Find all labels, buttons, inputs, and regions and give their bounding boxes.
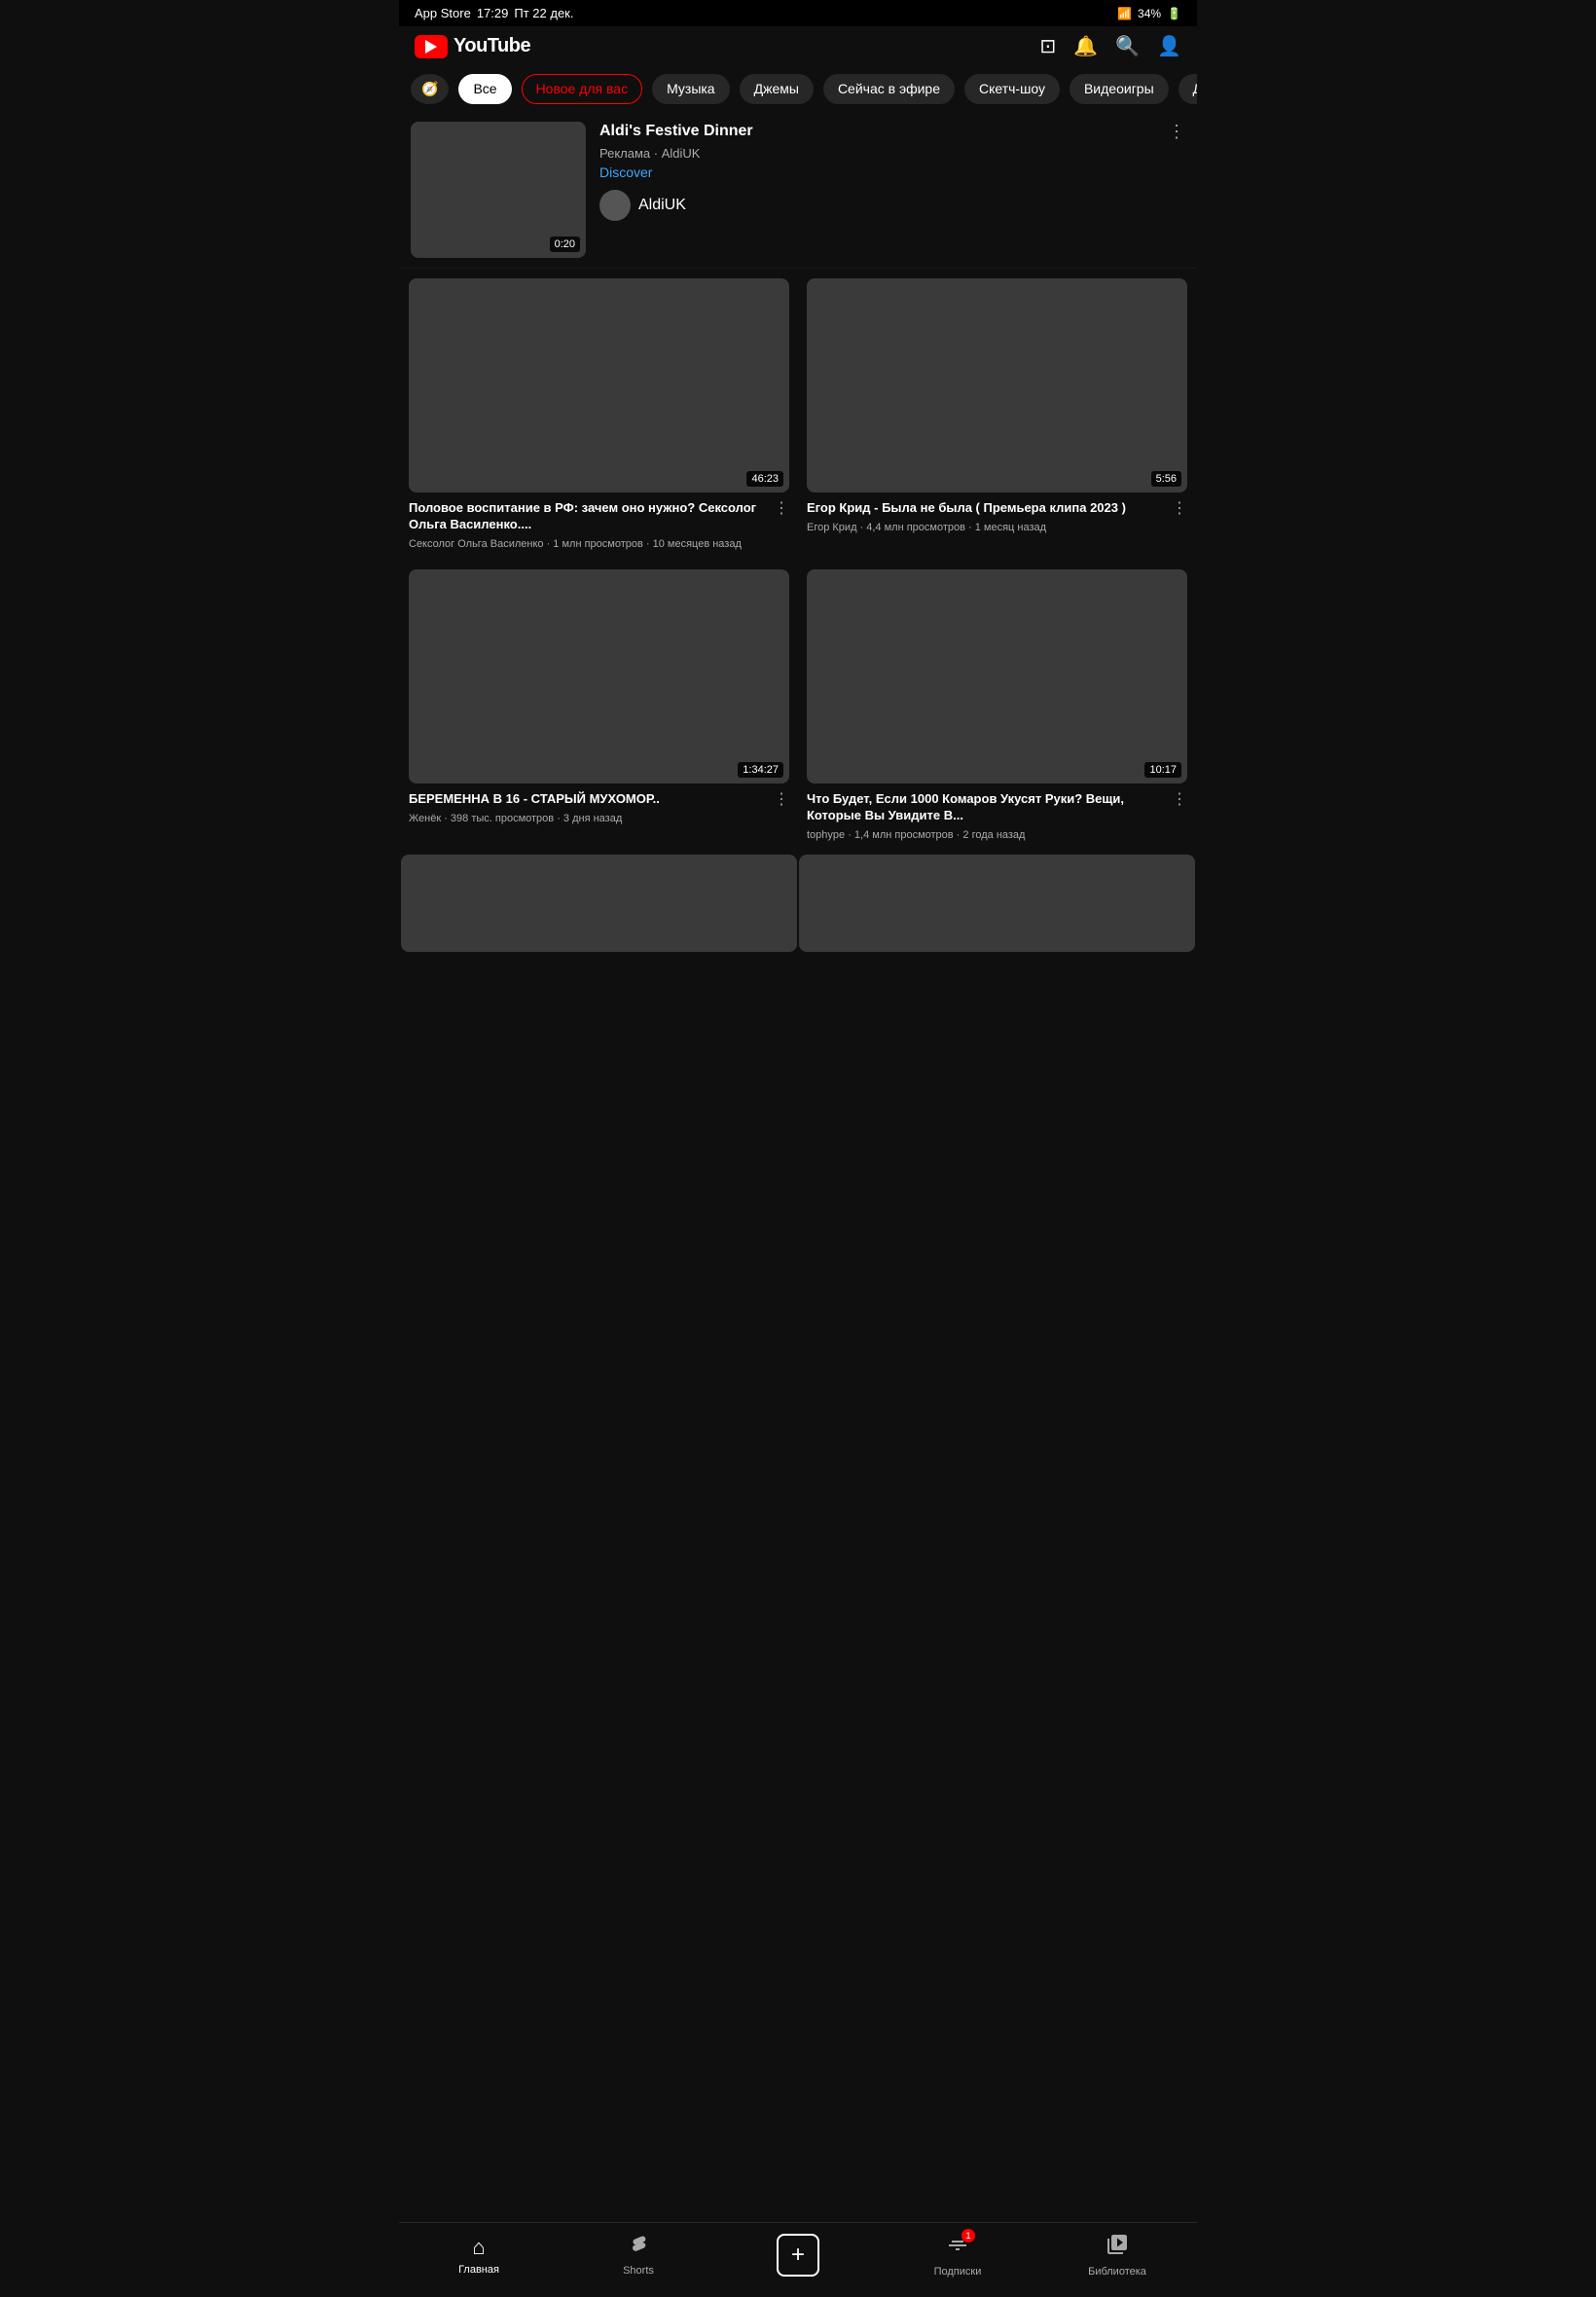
video-sub-1: Сексолог Ольга Василенко · 1 млн просмот…: [409, 537, 770, 552]
subscriptions-badge-wrap: 1: [946, 2233, 969, 2262]
video-duration-3: 1:34:27: [738, 762, 783, 778]
explore-chip[interactable]: 🧭: [411, 74, 449, 104]
shorts-icon: [628, 2234, 649, 2261]
video-more-4[interactable]: ⋮: [1172, 789, 1187, 809]
library-icon: [1106, 2233, 1129, 2262]
ad-card: 0:20 Aldi's Festive Dinner Реклама · Ald…: [399, 112, 1197, 269]
ad-avatar: [599, 190, 631, 221]
chip-sketch[interactable]: Скетч-шоу: [964, 74, 1060, 104]
video-title-4: Что Будет, Если 1000 Комаров Укусят Руки…: [807, 791, 1168, 824]
nav-home-label: Главная: [458, 2264, 499, 2276]
battery-level: 34%: [1138, 7, 1161, 20]
logo-text: YouTube: [453, 35, 530, 57]
nav-subscriptions-label: Подписки: [934, 2266, 982, 2278]
nav-shorts[interactable]: Shorts: [609, 2234, 668, 2277]
video-text-4: Что Будет, Если 1000 Комаров Укусят Руки…: [807, 791, 1168, 843]
video-card-2[interactable]: 5:56 Егор Крид - Была не была ( Премьера…: [799, 271, 1195, 560]
ad-duration: 0:20: [550, 237, 580, 252]
categories-bar: 🧭 Все Новое для вас Музыка Джемы Сейчас …: [399, 66, 1197, 112]
video-card-1[interactable]: 46:23 Половое воспитание в РФ: зачем оно…: [401, 271, 797, 560]
video-thumb-4: 10:17: [807, 569, 1187, 784]
nav-shorts-label: Shorts: [623, 2265, 654, 2277]
video-meta-2: Егор Крид - Была не была ( Премьера клип…: [807, 500, 1187, 535]
wifi-icon: 📶: [1117, 7, 1132, 20]
video-more-3[interactable]: ⋮: [774, 789, 789, 809]
chip-home[interactable]: Дома: [1179, 74, 1197, 104]
partial-card-left: [401, 855, 797, 952]
ad-discover-link[interactable]: Discover: [599, 164, 753, 180]
ad-more-button[interactable]: ⋮: [1168, 122, 1185, 142]
nav-library-label: Библиотека: [1088, 2266, 1146, 2278]
video-card-4[interactable]: 10:17 Что Будет, Если 1000 Комаров Укуся…: [799, 562, 1195, 851]
video-grid: 46:23 Половое воспитание в РФ: зачем оно…: [399, 269, 1197, 853]
video-text-1: Половое воспитание в РФ: зачем оно нужно…: [409, 500, 770, 552]
status-right: 📶 34% 🔋: [1117, 7, 1181, 20]
video-thumb-1: 46:23: [409, 278, 789, 492]
ad-channel-name: AldiUK: [638, 197, 686, 214]
video-card-3[interactable]: 1:34:27 БЕРЕМЕННА В 16 - СТАРЫЙ МУХОМОР.…: [401, 562, 797, 851]
nav-create[interactable]: +: [769, 2234, 827, 2277]
ad-thumbnail: 0:20: [411, 122, 586, 258]
video-title-3: БЕРЕМЕННА В 16 - СТАРЫЙ МУХОМОР..: [409, 791, 660, 808]
status-date: Пт 22 дек.: [514, 6, 573, 20]
cast-icon[interactable]: ⊡: [1040, 34, 1057, 58]
subscriptions-badge: 1: [961, 2229, 975, 2242]
video-duration-1: 46:23: [746, 471, 783, 487]
status-time: 17:29: [477, 6, 509, 20]
carrier: App Store: [415, 6, 471, 20]
chip-new-for-you[interactable]: Новое для вас: [522, 74, 643, 104]
video-sub-4: tophype · 1,4 млн просмотров · 2 года на…: [807, 828, 1168, 843]
video-meta-1: Половое воспитание в РФ: зачем оно нужно…: [409, 500, 789, 552]
chip-live[interactable]: Сейчас в эфире: [823, 74, 955, 104]
chip-music[interactable]: Музыка: [652, 74, 730, 104]
video-duration-2: 5:56: [1151, 471, 1181, 487]
video-text-2: Егор Крид - Была не была ( Премьера клип…: [807, 500, 1126, 535]
search-icon[interactable]: 🔍: [1115, 34, 1140, 58]
logo: YouTube: [415, 35, 530, 58]
nav-home[interactable]: ⌂ Главная: [450, 2235, 508, 2276]
video-thumb-3: 1:34:27: [409, 569, 789, 784]
video-more-2[interactable]: ⋮: [1172, 498, 1187, 518]
partial-cards: [399, 853, 1197, 954]
status-left: App Store 17:29 Пт 22 дек.: [415, 6, 573, 20]
ad-label: Реклама · AldiUK: [599, 146, 753, 161]
partial-card-right: [799, 855, 1195, 952]
status-bar: App Store 17:29 Пт 22 дек. 📶 34% 🔋: [399, 0, 1197, 26]
battery-icon: 🔋: [1167, 7, 1181, 20]
header: YouTube ⊡ 🔔 🔍 👤: [399, 26, 1197, 66]
video-text-3: БЕРЕМЕННА В 16 - СТАРЫЙ МУХОМОР.. Женёк …: [409, 791, 660, 826]
ad-title: Aldi's Festive Dinner: [599, 122, 753, 142]
ad-info: Aldi's Festive Dinner Реклама · AldiUK D…: [599, 122, 1185, 258]
video-title-1: Половое воспитание в РФ: зачем оно нужно…: [409, 500, 770, 533]
ad-channel: AldiUK: [599, 190, 753, 221]
video-duration-4: 10:17: [1144, 762, 1181, 778]
chip-games[interactable]: Видеоигры: [1070, 74, 1169, 104]
account-icon[interactable]: 👤: [1157, 34, 1181, 58]
video-sub-2: Егор Крид · 4,4 млн просмотров · 1 месяц…: [807, 521, 1126, 535]
video-title-2: Егор Крид - Была не была ( Премьера клип…: [807, 500, 1126, 517]
video-sub-3: Женёк · 398 тыс. просмотров · 3 дня наза…: [409, 812, 660, 826]
nav-subscriptions[interactable]: 1 Подписки: [928, 2233, 987, 2278]
bottom-nav: ⌂ Главная Shorts + 1 Подписки: [399, 2222, 1197, 2297]
youtube-logo-icon: [415, 35, 448, 58]
chip-all[interactable]: Все: [458, 74, 511, 104]
chip-jams[interactable]: Джемы: [740, 74, 814, 104]
video-meta-4: Что Будет, Если 1000 Комаров Укусят Руки…: [807, 791, 1187, 843]
video-meta-3: БЕРЕМЕННА В 16 - СТАРЫЙ МУХОМОР.. Женёк …: [409, 791, 789, 826]
header-actions: ⊡ 🔔 🔍 👤: [1040, 34, 1181, 58]
notifications-icon[interactable]: 🔔: [1073, 34, 1098, 58]
video-thumb-2: 5:56: [807, 278, 1187, 492]
create-button[interactable]: +: [777, 2234, 819, 2277]
video-more-1[interactable]: ⋮: [774, 498, 789, 518]
nav-library[interactable]: Библиотека: [1088, 2233, 1146, 2278]
home-icon: ⌂: [472, 2235, 485, 2260]
